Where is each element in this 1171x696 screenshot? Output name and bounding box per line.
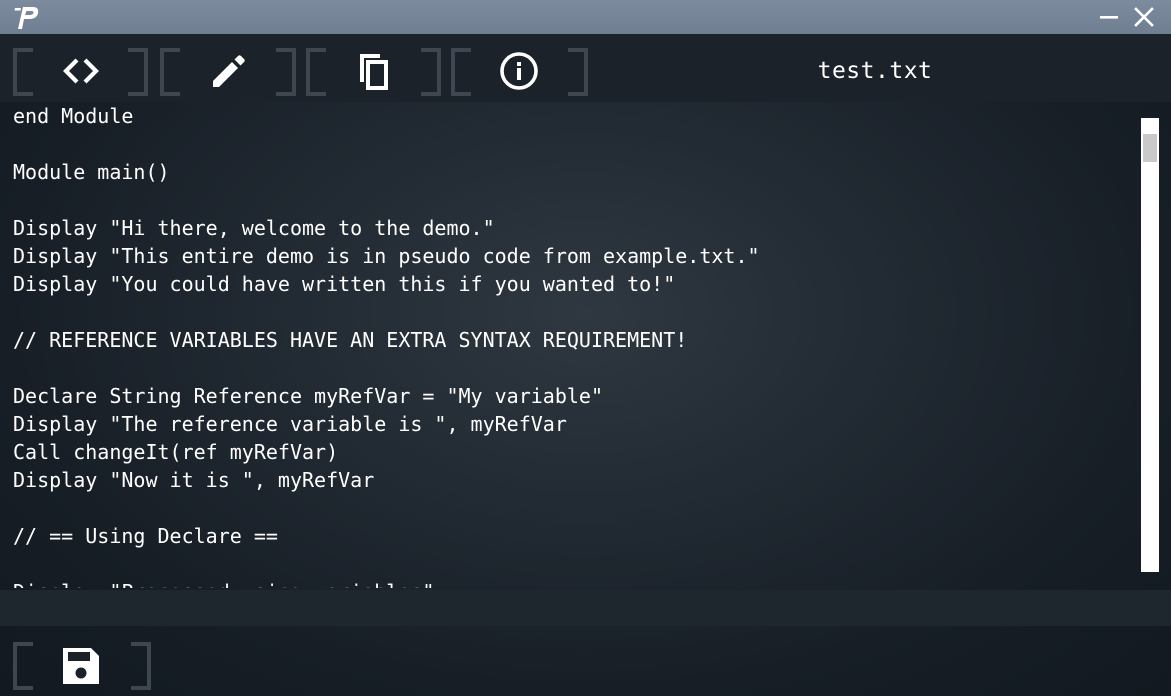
- code-line[interactable]: Display "Hi there, welcome to the demo.": [13, 214, 495, 242]
- code-line[interactable]: Display "The reference variable is ", my…: [13, 410, 567, 438]
- code-line[interactable]: Call changeIt(ref myRefVar): [13, 438, 338, 466]
- code-line[interactable]: Declare String Reference myRefVar = "My …: [13, 382, 603, 410]
- code-editor[interactable]: end Module Module main() Display "Hi the…: [0, 102, 1140, 588]
- close-icon[interactable]: [1131, 4, 1157, 30]
- code-line[interactable]: // == Using Declare ==: [13, 522, 278, 550]
- vertical-scrollbar[interactable]: [1141, 118, 1159, 572]
- info-icon: [500, 52, 538, 90]
- copy-icon: [360, 54, 388, 90]
- app-logo-icon: [14, 7, 39, 29]
- code-view-button[interactable]: [51, 48, 111, 94]
- save-button-frame: [13, 642, 151, 690]
- title-bar[interactable]: [0, 0, 1171, 34]
- pencil-icon: [213, 55, 245, 87]
- save-icon: [63, 648, 99, 684]
- minimize-icon[interactable]: [1096, 4, 1122, 30]
- file-name: test.txt: [817, 58, 933, 84]
- editor-status-strip: [0, 590, 1171, 626]
- info-button[interactable]: [489, 48, 549, 94]
- toolbar: test.txt: [0, 34, 1171, 102]
- code-line[interactable]: Display "This entire demo is in pseudo c…: [13, 242, 760, 270]
- code-line[interactable]: // REFERENCE VARIABLES HAVE AN EXTRA SYN…: [13, 326, 687, 354]
- edit-button[interactable]: [198, 48, 258, 94]
- save-button[interactable]: [10, 634, 154, 690]
- copy-button[interactable]: [343, 48, 403, 94]
- bottom-bar: [0, 626, 1171, 696]
- code-line[interactable]: Display "Processed using variables": [13, 578, 434, 588]
- code-line[interactable]: Display "Now it is ", myRefVar: [13, 466, 374, 494]
- code-line[interactable]: Module main(): [13, 158, 170, 186]
- code-line[interactable]: Display "You could have written this if …: [13, 270, 675, 298]
- editor-window: test.txt end Module Module main() Displa…: [0, 0, 1171, 696]
- code-line[interactable]: end Module: [13, 102, 133, 130]
- code-icon: [63, 58, 99, 84]
- scrollbar-thumb[interactable]: [1143, 134, 1157, 162]
